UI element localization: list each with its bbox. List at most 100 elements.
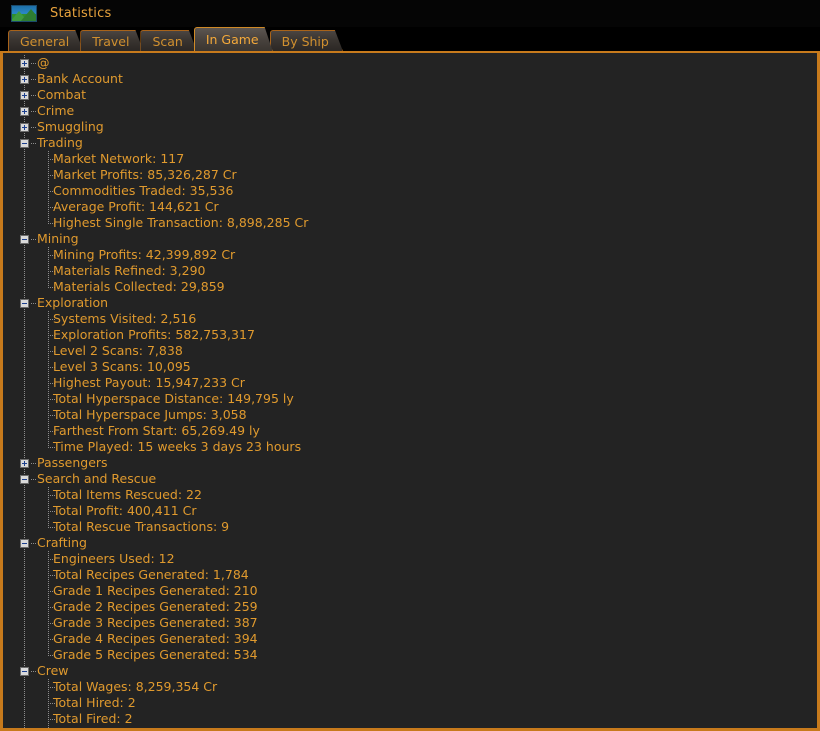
tree-stat-row: Materials Refined: 3,290: [3, 263, 817, 279]
statistics-tree: @ Bank Account Combat Crime Smuggling Trading…: [3, 53, 817, 728]
tree-stat-row: Total Hyperspace Jumps: 3,058: [3, 407, 817, 423]
tab-scan[interactable]: Scan: [140, 30, 196, 51]
tree-trunk-line: [24, 199, 25, 215]
expand-plus-icon[interactable]: [20, 459, 29, 468]
tree-stat-row: Level 3 Scans: 10,095: [3, 359, 817, 375]
tree-group-label: Trading: [37, 135, 83, 150]
tree-stat-row: Grade 2 Recipes Generated: 259: [3, 599, 817, 615]
tree-group-row: Crafting: [3, 535, 817, 551]
tree-group-label: Crew: [37, 663, 69, 678]
tree-group-label: Exploration: [37, 295, 109, 310]
tab-in-game[interactable]: In Game: [194, 27, 273, 51]
tree-stat-row: Grade 1 Recipes Generated: 210: [3, 583, 817, 599]
tree-branch-line: [48, 519, 49, 527]
tree-stat-row: Highest Payout: 15,947,233 Cr: [3, 375, 817, 391]
tree-group-row: Crime: [3, 103, 817, 119]
tree-trunk-line: [24, 615, 25, 631]
tree-stat-label: Grade 1 Recipes Generated: 210: [53, 583, 258, 598]
tree-stat-label: Highest Single Transaction: 8,898,285 Cr: [53, 215, 309, 230]
tree-stat-label: Systems Visited: 2,516: [53, 311, 197, 326]
tree-trunk-line: [24, 503, 25, 519]
statistics-window: Statistics General Travel Scan In Game By Sh…: [0, 0, 820, 731]
tree-stat-label: Level 3 Scans: 10,095: [53, 359, 191, 374]
tree-stat-label: Market Profits: 85,326,287 Cr: [53, 167, 237, 182]
tree-stat-label: Total Rescue Transactions: 9: [53, 519, 230, 534]
tree-stat-row: Level 2 Scans: 7,838: [3, 343, 817, 359]
window-title: Statistics: [50, 6, 112, 21]
tree-trunk-line: [24, 551, 25, 567]
tree-stat-label: Total Hired: 2: [53, 695, 136, 710]
tree-trunk-line: [24, 391, 25, 407]
tree-group-label: Crafting: [37, 535, 87, 550]
expand-plus-icon[interactable]: [20, 123, 29, 132]
tree-stat-row: Total Profit: 400,411 Cr: [3, 503, 817, 519]
tree-stat-label: Total Fired: 2: [53, 711, 133, 726]
tree-trunk-line: [24, 439, 25, 455]
tree-group-row: Mining: [3, 231, 817, 247]
tree-stat-row: Highest Single Transaction: 8,898,285 Cr: [3, 215, 817, 231]
tree-stat-row: Market Profits: 85,326,287 Cr: [3, 167, 817, 183]
tree-trunk-line: [24, 519, 25, 535]
collapse-minus-icon[interactable]: [20, 139, 29, 148]
tree-group-row: Exploration: [3, 295, 817, 311]
tree-stat-row: Mining Profits: 42,399,892 Cr: [3, 247, 817, 263]
tree-trunk-line: [24, 263, 25, 279]
collapse-minus-icon[interactable]: [20, 475, 29, 484]
tree-trunk-line: [24, 311, 25, 327]
tree-stat-label: Total Hyperspace Jumps: 3,058: [53, 407, 247, 422]
collapse-minus-icon[interactable]: [20, 235, 29, 244]
tree-trunk-line: [24, 647, 25, 663]
tree-group-row: @: [3, 55, 817, 71]
tab-by-ship[interactable]: By Ship: [270, 30, 343, 51]
tree-stat-row: Total Hired: 4: [3, 727, 817, 728]
collapse-minus-icon[interactable]: [20, 667, 29, 676]
tree-trunk-line: [24, 567, 25, 583]
expand-plus-icon[interactable]: [20, 107, 29, 116]
tree-stat-row: Total Recipes Generated: 1,784: [3, 567, 817, 583]
tree-stat-label: Total Hyperspace Distance: 149,795 ly: [53, 391, 294, 406]
tree-stat-row: Total Wages: 8,259,354 Cr: [3, 679, 817, 695]
tree-stat-label: Total Wages: 8,259,354 Cr: [53, 679, 218, 694]
tree-group-row: Bank Account: [3, 71, 817, 87]
tree-trunk-line: [24, 183, 25, 199]
collapse-minus-icon[interactable]: [20, 539, 29, 548]
tree-stat-label: Time Played: 15 weeks 3 days 23 hours: [53, 439, 302, 454]
tree-group-row: Crew: [3, 663, 817, 679]
tree-stat-row: Average Profit: 144,621 Cr: [3, 199, 817, 215]
tree-stat-label: Total Recipes Generated: 1,784: [53, 567, 249, 582]
tree-trunk-line: [24, 631, 25, 647]
collapse-minus-icon[interactable]: [20, 299, 29, 308]
tree-trunk-line: [24, 695, 25, 711]
tree-trunk-line: [24, 151, 25, 167]
tree-trunk-line: [24, 215, 25, 231]
tree-stat-row: Total Hired: 2: [3, 695, 817, 711]
tree-stat-label: Grade 3 Recipes Generated: 387: [53, 615, 258, 630]
tab-travel[interactable]: Travel: [80, 30, 143, 51]
tree-stat-label: Mining Profits: 42,399,892 Cr: [53, 247, 236, 262]
tree-stat-label: Grade 2 Recipes Generated: 259: [53, 599, 258, 614]
tree-stat-row: Time Played: 15 weeks 3 days 23 hours: [3, 439, 817, 455]
tree-stat-row: Farthest From Start: 65,269.49 ly: [3, 423, 817, 439]
tree-trunk-line: [24, 359, 25, 375]
expand-plus-icon[interactable]: [20, 75, 29, 84]
tree-stat-row: Commodities Traded: 35,536: [3, 183, 817, 199]
expand-plus-icon[interactable]: [20, 91, 29, 100]
tree-stat-label: Materials Refined: 3,290: [53, 263, 206, 278]
tab-general[interactable]: General: [8, 30, 83, 51]
tree-branch-line: [48, 215, 49, 223]
tree-trunk-line: [24, 343, 25, 359]
tree-stat-label: Total Items Rescued: 22: [53, 487, 202, 502]
tree-stat-row: Systems Visited: 2,516: [3, 311, 817, 327]
tree-group-label: Search and Rescue: [37, 471, 157, 486]
tree-stat-row: Grade 4 Recipes Generated: 394: [3, 631, 817, 647]
tree-group-label: Combat: [37, 87, 87, 102]
tree-stat-row: Market Network: 117: [3, 151, 817, 167]
expand-plus-icon[interactable]: [20, 59, 29, 68]
tree-stat-row: Materials Collected: 29,859: [3, 279, 817, 295]
tree-stat-label: Grade 5 Recipes Generated: 534: [53, 647, 258, 662]
tree-stat-label: Market Network: 117: [53, 151, 185, 166]
tree-branch-line: [48, 647, 49, 655]
tree-group-label: Mining: [37, 231, 79, 246]
picture-icon: [11, 5, 37, 22]
tree-stat-row: Grade 5 Recipes Generated: 534: [3, 647, 817, 663]
